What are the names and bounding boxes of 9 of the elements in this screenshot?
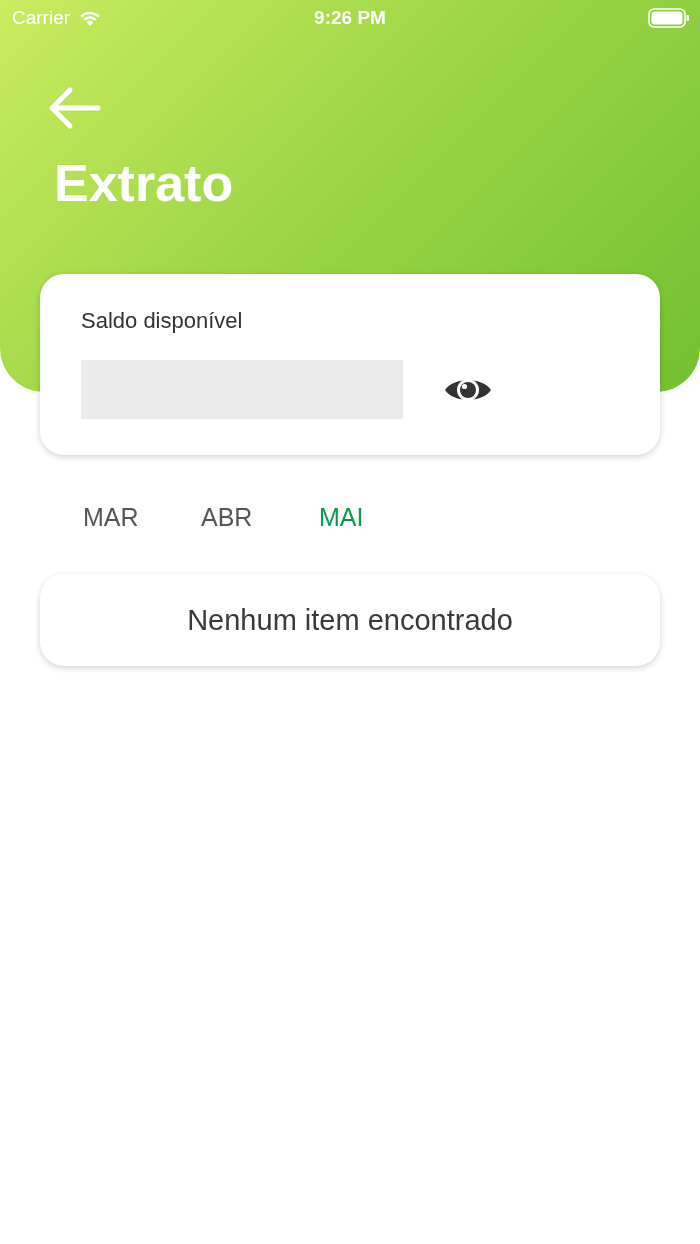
month-tab[interactable]: ABR	[182, 495, 300, 540]
page-title: Extrato	[54, 153, 234, 214]
month-tab[interactable]: MAR	[64, 495, 182, 540]
month-tab[interactable]: MAI	[300, 495, 418, 540]
clock-time: 9:26 PM	[314, 7, 386, 29]
carrier-name: Carrier	[12, 7, 71, 29]
balance-label: Saldo disponível	[81, 308, 244, 334]
empty-message: Nenhum item encontrado	[187, 603, 513, 637]
battery-icon	[648, 8, 690, 28]
